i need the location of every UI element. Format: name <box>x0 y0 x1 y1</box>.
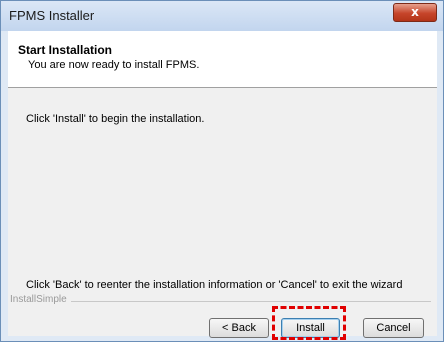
window-title: FPMS Installer <box>9 8 95 23</box>
install-button-highlight <box>272 306 346 340</box>
footer-separator <box>10 301 431 302</box>
navigation-hint: Click 'Back' to reenter the installation… <box>26 279 403 291</box>
brand-label: InstallSimple <box>10 294 71 305</box>
install-instruction: Click 'Install' to begin the installatio… <box>26 113 205 125</box>
installer-window: FPMS Installer x Start Installation You … <box>0 0 444 342</box>
wizard-header: Start Installation You are now ready to … <box>8 31 437 88</box>
page-subtitle: You are now ready to install FPMS. <box>28 59 200 71</box>
close-icon: x <box>411 5 419 19</box>
page-title: Start Installation <box>18 43 113 57</box>
back-button[interactable]: < Back <box>209 318 269 338</box>
title-bar[interactable]: FPMS Installer x <box>1 1 443 31</box>
cancel-button[interactable]: Cancel <box>363 318 424 338</box>
dialog-client-area: Start Installation You are now ready to … <box>8 31 437 338</box>
close-button[interactable]: x <box>393 3 437 22</box>
